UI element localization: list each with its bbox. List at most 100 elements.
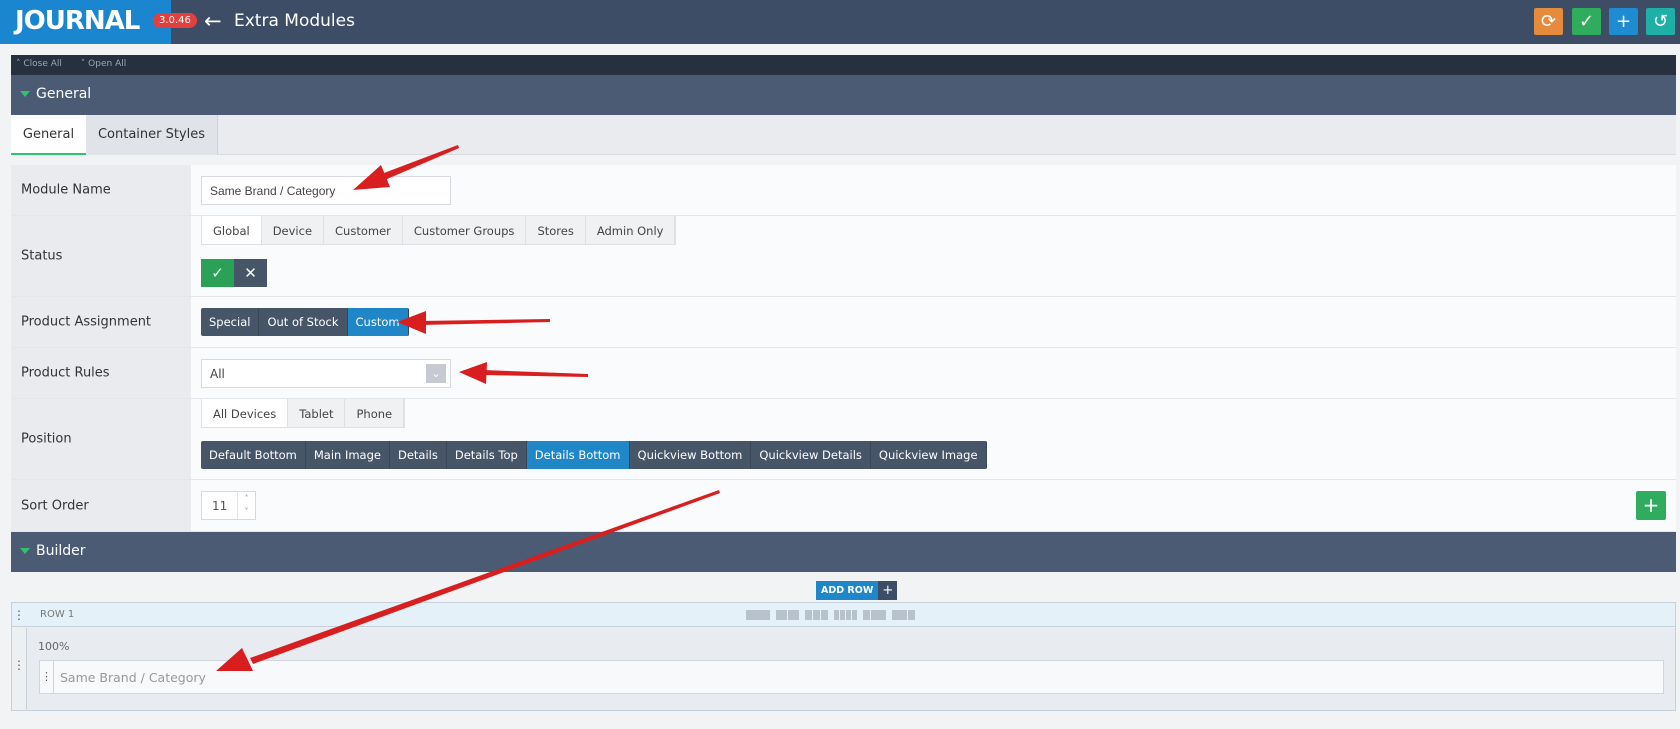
close-all-link[interactable]: ˄ Close All [16,59,70,69]
check-icon: ✓ [1578,11,1595,32]
assignment-custom-button[interactable]: Custom [347,308,409,336]
status-off-button[interactable]: ✕ [234,259,267,287]
status-tab-customer-groups[interactable]: Customer Groups [402,216,527,244]
row-label: ROW 1 [40,609,75,620]
save-button[interactable]: ✓ [1572,8,1601,35]
close-icon: ✕ [244,264,257,282]
page-title: Extra Modules [234,11,355,31]
plus-icon: + [1642,493,1660,517]
drag-handle-icon[interactable]: ⋮ [12,659,26,671]
layout-preset-icon[interactable] [834,610,857,620]
collapse-toolbar: ˄ Close All ˅ Open All [11,55,1676,75]
row-position: Position All Devices Tablet Phone Defaul… [11,399,1676,480]
assignment-special-button[interactable]: Special [201,308,260,336]
builder-module-name: Same Brand / Category [60,670,206,685]
reset-button[interactable]: ⟳ [1534,8,1563,35]
builder-area: ADD ROW + ⋮ ROW 1 ⋮ 100% ⋮ Same Brand / … [11,572,1676,712]
status-tab-global[interactable]: Global [202,216,262,244]
plus-icon: + [878,581,898,600]
column-layout-presets [746,610,915,620]
column-width: 100% [38,640,70,653]
product-assignment-label: Product Assignment [11,297,191,347]
position-tab-all-devices[interactable]: All Devices [202,399,289,427]
assignment-out-of-stock-button[interactable]: Out of Stock [259,308,348,336]
row-status: Status Global Device Customer Customer G… [11,216,1676,297]
position-quickview-details-button[interactable]: Quickview Details [751,441,871,469]
status-label: Status [11,216,191,296]
position-options: Default Bottom Main Image Details Detail… [201,441,987,469]
status-tab-admin-only[interactable]: Admin Only [585,216,676,244]
version-badge: 3.0.46 [153,13,197,28]
open-all-link[interactable]: ˅ Open All [81,59,134,69]
status-tab-stores[interactable]: Stores [526,216,586,244]
drag-handle-icon[interactable]: ⋮ [12,609,26,621]
row-module-name: Module Name [11,165,1676,216]
module-name-input[interactable] [201,176,451,205]
position-label: Position [11,399,191,479]
product-assignment-options: Special Out of Stock Custom [201,308,409,336]
builder-row: ⋮ ROW 1 ⋮ 100% ⋮ Same Brand / Category [11,602,1676,711]
row-product-assignment: Product Assignment Special Out of Stock … [11,297,1676,348]
history-icon: ↺ [1652,11,1669,32]
status-toggle: ✓ ✕ [201,259,267,287]
position-tab-phone[interactable]: Phone [345,399,405,427]
layout-preset-icon[interactable] [892,610,915,620]
position-tab-tablet[interactable]: Tablet [288,399,346,427]
open-all-label: Open All [88,59,127,69]
back-arrow-icon[interactable]: ← [204,9,222,33]
close-all-label: Close All [23,59,62,69]
builder-column: 100% ⋮ Same Brand / Category [26,628,1675,710]
collapse-triangle-icon [20,548,30,554]
logo: JOURNAL [0,0,171,44]
add-item-button[interactable]: + [1636,491,1666,520]
product-rules-label: Product Rules [11,348,191,398]
logo-text: JOURNAL [15,6,140,36]
position-main-image-button[interactable]: Main Image [305,441,390,469]
row-product-rules: Product Rules All ⌄ [11,348,1676,399]
main-tabs: General Container Styles [11,115,1676,155]
product-rules-value: All [210,367,225,381]
history-button[interactable]: ↺ [1646,8,1675,35]
stepper-up-icon[interactable]: ˄ [238,492,255,505]
stepper-down-icon[interactable]: ˅ [238,505,255,518]
sort-order-value: 11 [212,499,228,513]
chevron-down-icon: ⌄ [426,364,446,383]
position-quickview-bottom-button[interactable]: Quickview Bottom [629,441,752,469]
section-general-header[interactable]: General [11,75,1676,115]
add-button[interactable]: + [1609,8,1638,35]
position-details-bottom-button[interactable]: Details Bottom [526,441,630,469]
module-name-label: Module Name [11,165,191,215]
section-builder-header[interactable]: Builder [11,532,1676,572]
drag-handle-icon[interactable]: ⋮ [40,661,54,693]
sort-order-stepper[interactable]: 11 ˄ ˅ [201,491,256,520]
position-quickview-image-button[interactable]: Quickview Image [870,441,987,469]
check-icon: ✓ [211,264,224,282]
layout-preset-icon[interactable] [863,610,886,620]
layout-preset-icon[interactable] [746,610,770,620]
section-general-title: General [36,86,92,102]
status-subtabs: Global Device Customer Customer Groups S… [201,216,677,245]
position-subtabs: All Devices Tablet Phone [201,399,406,428]
position-default-bottom-button[interactable]: Default Bottom [201,441,306,469]
tab-container-styles[interactable]: Container Styles [86,115,218,155]
status-tab-device[interactable]: Device [261,216,325,244]
layout-preset-icon[interactable] [776,610,799,620]
builder-module[interactable]: ⋮ Same Brand / Category [39,660,1664,694]
add-row-button[interactable]: ADD ROW + [816,581,898,600]
top-bar: JOURNAL 3.0.46 ← Extra Modules ⟳ ✓ + ↺ [0,0,1680,44]
position-details-top-button[interactable]: Details Top [446,441,527,469]
plus-icon: + [1615,11,1632,32]
collapse-triangle-icon [20,91,30,97]
row-sort-order: Sort Order 11 ˄ ˅ + [11,480,1676,532]
section-builder-title: Builder [36,543,86,559]
add-row-label: ADD ROW [816,581,879,600]
position-details-button[interactable]: Details [389,441,447,469]
status-tab-customer[interactable]: Customer [324,216,403,244]
reset-icon: ⟳ [1540,11,1557,32]
tab-general[interactable]: General [11,115,86,155]
builder-row-header: ⋮ ROW 1 [12,603,1675,627]
product-rules-select[interactable]: All ⌄ [201,359,451,388]
sort-order-label: Sort Order [11,480,191,531]
status-on-button[interactable]: ✓ [201,259,234,287]
layout-preset-icon[interactable] [805,610,828,620]
